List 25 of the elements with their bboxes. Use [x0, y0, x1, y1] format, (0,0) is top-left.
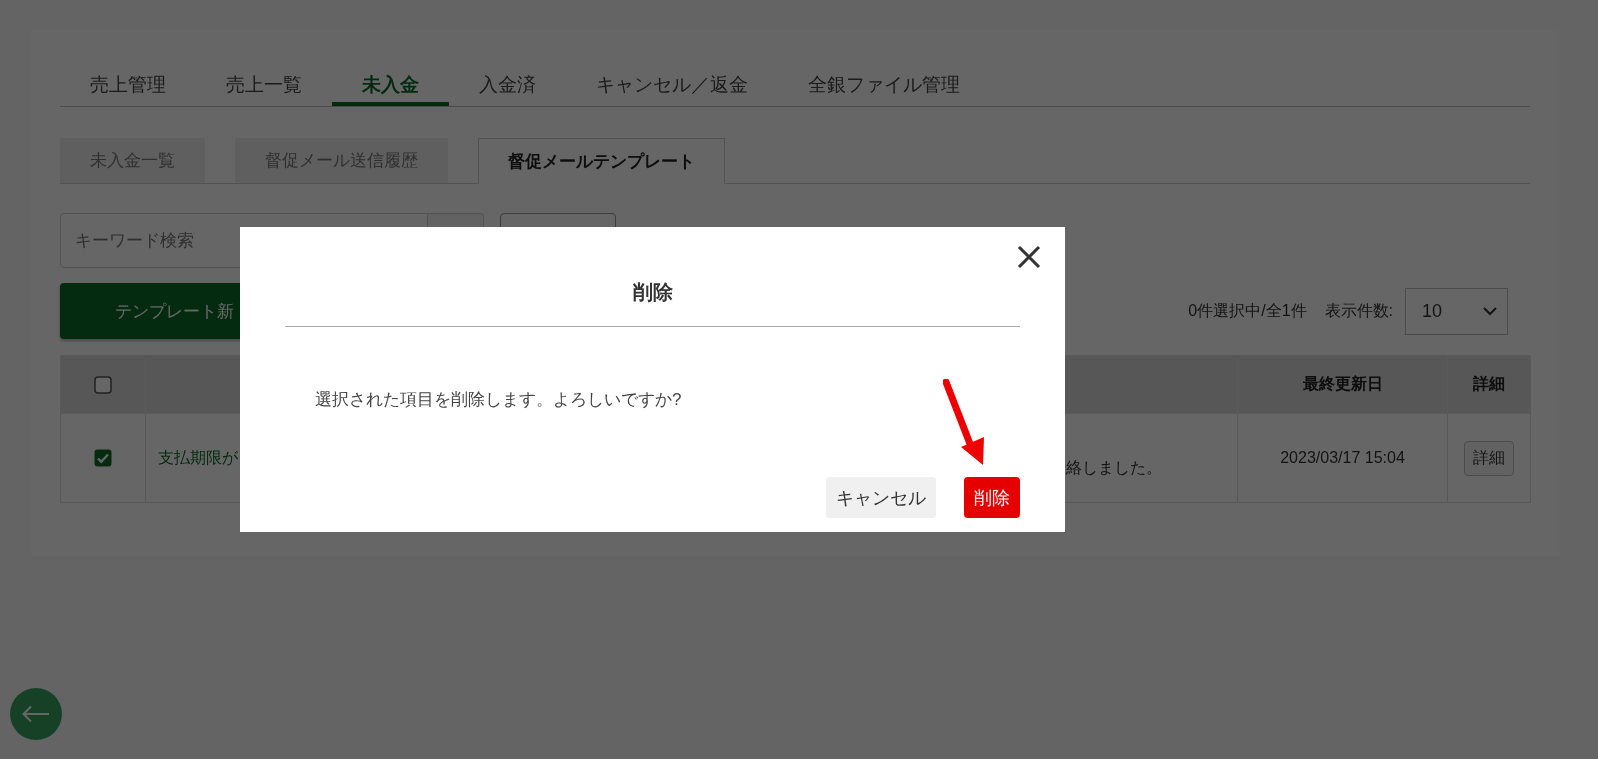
column-header: 最終更新日: [1302, 375, 1383, 392]
detail-button[interactable]: 詳細: [1464, 440, 1514, 476]
nav-tab[interactable]: 未入金: [332, 60, 449, 106]
checkbox[interactable]: [94, 375, 112, 394]
column-header: 詳細: [1473, 375, 1505, 392]
nav-tab[interactable]: 売上管理: [60, 60, 196, 106]
page-size-select[interactable]: 10: [1405, 287, 1508, 335]
template-name-link[interactable]: 支払期限が: [158, 448, 238, 466]
dialog-message: 選択された項目を削除します。よろしいですか?: [315, 389, 682, 411]
chevron-down-icon: [1483, 306, 1497, 316]
nav-tab[interactable]: 売上一覧: [196, 60, 332, 106]
cancel-button[interactable]: キャンセル: [826, 477, 936, 518]
left-arrow-icon: [22, 705, 50, 723]
nav-tab[interactable]: キャンセル／返金: [566, 60, 778, 106]
dialog-title: 削除: [632, 280, 673, 305]
back-button[interactable]: [10, 688, 62, 740]
nav-tab[interactable]: 全銀ファイル管理: [778, 60, 990, 106]
sub-tab[interactable]: 督促メールテンプレート: [478, 138, 725, 184]
checkbox[interactable]: [94, 449, 112, 467]
table-cell-text: 絡しました。: [1066, 458, 1162, 476]
updated-date: 2023/03/17 15:04: [1280, 449, 1405, 466]
delete-button[interactable]: 削除: [964, 477, 1020, 518]
page-size-label: 表示件数:: [1324, 300, 1393, 321]
selection-count: 0件選択中/全1件: [1188, 300, 1307, 321]
nav-tab[interactable]: 入金済: [449, 60, 566, 106]
